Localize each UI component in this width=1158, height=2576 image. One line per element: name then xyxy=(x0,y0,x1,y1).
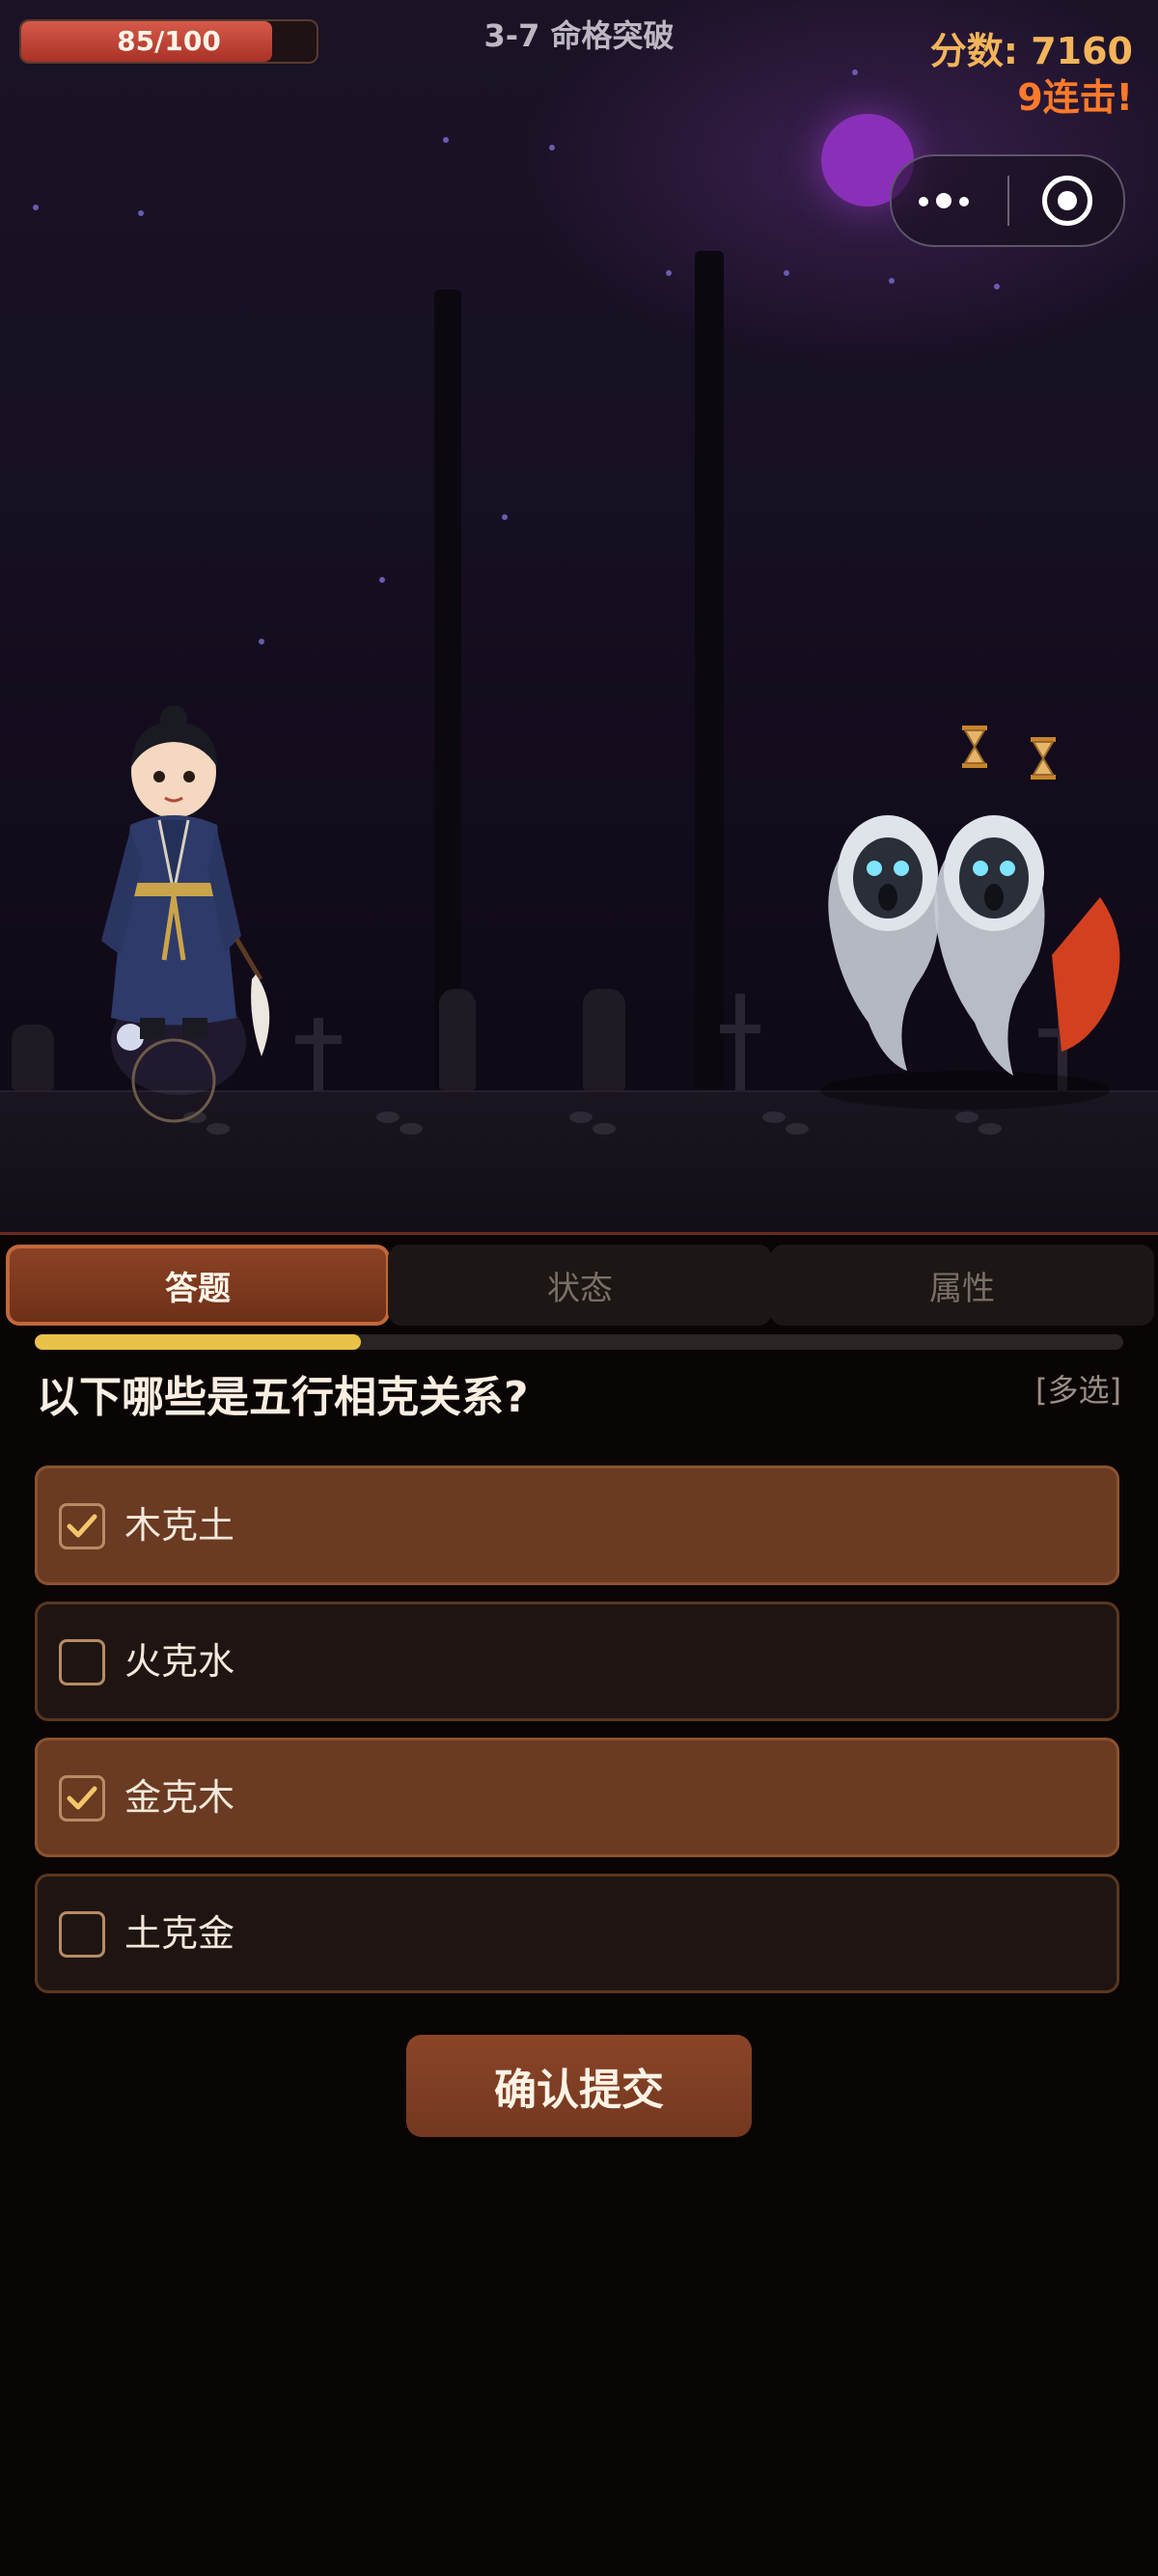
answer-option-label: 火克水 xyxy=(124,1640,235,1683)
answer-option[interactable]: 木克土 xyxy=(35,1466,1119,1585)
question-text: 以下哪些是五行相克关系? xyxy=(37,1373,529,1422)
grave-cross-arm xyxy=(295,1035,342,1044)
quiz-progress-bar xyxy=(35,1334,1123,1350)
checkmark-icon xyxy=(67,1514,97,1538)
submit-button[interactable]: 确认提交 xyxy=(406,2035,752,2137)
answer-option-label: 金克木 xyxy=(124,1776,235,1819)
checkbox[interactable] xyxy=(59,1503,105,1549)
ghost-enemies xyxy=(820,815,1120,1110)
scene-divider xyxy=(0,1232,1158,1235)
checkbox[interactable] xyxy=(59,1911,105,1958)
close-miniprogram-icon[interactable] xyxy=(1042,176,1092,226)
tab-attributes[interactable]: 属性 xyxy=(770,1245,1154,1326)
question-type-tag: [多选] xyxy=(1035,1372,1121,1409)
checkmark-icon xyxy=(67,1786,97,1810)
more-menu-icon[interactable] xyxy=(919,174,986,228)
ghost-enemy xyxy=(934,815,1120,1076)
tombstone xyxy=(12,1025,54,1090)
tombstone xyxy=(439,989,476,1090)
hp-bar: 85/100 xyxy=(19,19,318,64)
tree-trunk xyxy=(434,289,461,1090)
grave-cross xyxy=(735,994,745,1090)
checkbox[interactable] xyxy=(59,1775,105,1822)
answer-option[interactable]: 金克木 xyxy=(35,1738,1119,1857)
battle-scene: 85/100 3-7 命格突破 分数: 7160 9连击! xyxy=(0,0,1158,1235)
tree-trunk xyxy=(695,251,724,1090)
checkbox[interactable] xyxy=(59,1639,105,1685)
hp-value: 85/100 xyxy=(117,25,221,57)
answer-option-label: 木克土 xyxy=(124,1504,235,1547)
score-display: 分数: 7160 xyxy=(929,30,1133,72)
answer-option-label: 土克金 xyxy=(124,1912,235,1955)
miniprogram-capsule xyxy=(890,154,1125,247)
tombstone xyxy=(583,989,625,1090)
capsule-divider xyxy=(1007,176,1009,226)
ghost-enemy xyxy=(828,815,939,1071)
level-title: 3-7 命格突破 xyxy=(483,17,675,54)
tab-status[interactable]: 状态 xyxy=(388,1245,772,1326)
player-character xyxy=(101,705,270,1123)
grave-cross xyxy=(314,1018,323,1090)
grave-cross-arm xyxy=(720,1025,760,1033)
combo-counter: 9连击! xyxy=(1017,76,1133,119)
tab-quiz[interactable]: 答题 xyxy=(6,1245,390,1326)
answer-option[interactable]: 土克金 xyxy=(35,1874,1119,1993)
answer-option[interactable]: 火克水 xyxy=(35,1602,1119,1721)
panel-tabs: 答题 状态 属性 xyxy=(0,1241,1158,1326)
quiz-progress-fill xyxy=(35,1334,362,1350)
